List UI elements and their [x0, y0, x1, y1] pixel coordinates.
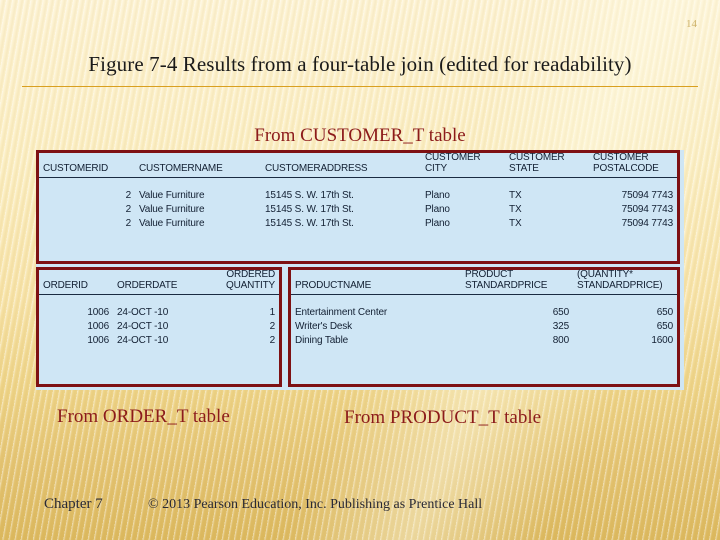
customer-header-customeraddress: CUSTOMERADDRESS	[261, 153, 421, 178]
cell-extendedprice: 650	[656, 321, 673, 333]
caption-product-table: From PRODUCT_T table	[344, 407, 542, 428]
cell-customerpostalcode: 75094 7743	[621, 190, 673, 202]
header-line2: POSTALCODE	[593, 162, 659, 174]
page-title: Figure 7-4 Results from a four-table joi…	[88, 52, 632, 76]
header-line2: CUSTOMERNAME	[139, 162, 223, 174]
slide-footer: Chapter 7 © 2013 Pearson Education, Inc.…	[0, 496, 720, 526]
cell-standardprice: 325	[552, 321, 569, 333]
cell-orderedquantity: 2	[269, 335, 276, 347]
cell-standardprice: 650	[552, 307, 569, 319]
cell-customername: Value Furniture	[139, 218, 205, 230]
table-row: 2 Value Furniture 15145 S. W. 17th St. P…	[39, 217, 677, 231]
cell-customercity: Plano	[425, 204, 450, 216]
header-line2: STANDARDPRICE	[465, 279, 548, 291]
cell-customeraddress: 15145 S. W. 17th St.	[265, 218, 354, 230]
customer-table: CUSTOMERID CUSTOMERNAME CUSTOMERADDRESS …	[39, 152, 677, 231]
customer-table-box: CUSTOMERID CUSTOMERNAME CUSTOMERADDRESS …	[36, 150, 680, 264]
order-table: ORDERID ORDERDATE ORDERED QUANTITY 1006 …	[39, 269, 279, 348]
header-line2: ORDERDATE	[117, 279, 178, 291]
cell-customerpostalcode: 75094 7743	[621, 204, 673, 216]
title-block: Figure 7-4 Results from a four-table joi…	[0, 52, 720, 77]
header-line2: QUANTITY	[226, 279, 275, 291]
table-row: 1006 24-OCT -10 2	[39, 334, 279, 348]
cell-customeraddress: 15145 S. W. 17th St.	[265, 190, 354, 202]
customer-header-customername: CUSTOMERNAME	[135, 153, 261, 178]
order-header-orderdate: ORDERDATE	[113, 270, 205, 295]
header-line2: CUSTOMERID	[43, 162, 109, 174]
cell-productname: Dining Table	[295, 335, 349, 347]
title-divider-rule	[22, 86, 698, 87]
cell-extendedprice: 650	[656, 307, 673, 319]
product-header-spacer	[291, 294, 677, 306]
cell-customername: Value Furniture	[139, 204, 205, 216]
cell-standardprice: 800	[552, 335, 569, 347]
cell-orderdate: 24-OCT -10	[117, 335, 169, 347]
table-row: Dining Table 800 1600	[291, 334, 677, 348]
header-line2: CUSTOMERADDRESS	[265, 162, 368, 174]
cell-orderdate: 24-OCT -10	[117, 307, 169, 319]
cell-customerid: 2	[125, 190, 132, 202]
cell-productname: Writer's Desk	[295, 321, 353, 333]
product-header-productname: PRODUCTNAME	[291, 270, 461, 295]
product-header-extendedprice: (QUANTITY* STANDARDPRICE)	[573, 269, 677, 295]
order-header-spacer	[39, 294, 279, 306]
cell-customercity: Plano	[425, 190, 450, 202]
caption-customer-table: From CUSTOMER_T table	[254, 125, 466, 146]
order-header-orderid: ORDERID	[39, 270, 113, 295]
product-table-box: PRODUCTNAME PRODUCT STANDARDPRICE (QUANT…	[288, 267, 680, 387]
cell-customername: Value Furniture	[139, 190, 205, 202]
table-row: 2 Value Furniture 15145 S. W. 17th St. P…	[39, 189, 677, 203]
customer-header-spacer	[39, 177, 677, 189]
header-line2: CITY	[425, 162, 447, 174]
product-header-standardprice: PRODUCT STANDARDPRICE	[461, 269, 573, 295]
cell-customerstate: TX	[509, 218, 522, 230]
cell-orderid: 1006	[87, 321, 109, 333]
caption-order-table: From ORDER_T table	[57, 406, 230, 427]
cell-customerstate: TX	[509, 204, 522, 216]
page-number: 14	[686, 18, 697, 30]
customer-header-customercity: CUSTOMER CITY	[421, 152, 505, 178]
header-line2: PRODUCTNAME	[295, 279, 372, 291]
footer-chapter: Chapter 7	[44, 496, 103, 512]
header-line2: STATE	[509, 162, 539, 174]
cell-customerid: 2	[125, 204, 132, 216]
table-row: 2 Value Furniture 15145 S. W. 17th St. P…	[39, 203, 677, 217]
customer-header-customerstate: CUSTOMER STATE	[505, 152, 589, 178]
cell-customerstate: TX	[509, 190, 522, 202]
footer-copyright: © 2013 Pearson Education, Inc. Publishin…	[148, 497, 483, 512]
order-table-box: ORDERID ORDERDATE ORDERED QUANTITY 1006 …	[36, 267, 282, 387]
product-table: PRODUCTNAME PRODUCT STANDARDPRICE (QUANT…	[291, 269, 677, 348]
slide-canvas: Figure 7-4 Results from a four-table joi…	[0, 0, 720, 540]
cell-customerid: 2	[125, 218, 132, 230]
cell-extendedprice: 1600	[651, 335, 673, 347]
cell-orderdate: 24-OCT -10	[117, 321, 169, 333]
figure-join-results: CUSTOMERID CUSTOMERNAME CUSTOMERADDRESS …	[36, 150, 684, 390]
cell-orderid: 1006	[87, 307, 109, 319]
cell-customerpostalcode: 75094 7743	[621, 218, 673, 230]
table-row: 1006 24-OCT -10 1	[39, 306, 279, 320]
cell-productname: Entertainment Center	[295, 307, 388, 319]
cell-orderedquantity: 2	[269, 321, 276, 333]
table-row: Entertainment Center 650 650	[291, 306, 677, 320]
table-row: 1006 24-OCT -10 2	[39, 320, 279, 334]
customer-header-customerid: CUSTOMERID	[39, 153, 135, 178]
header-line2: ORDERID	[43, 279, 88, 291]
order-header-orderedquantity: ORDERED QUANTITY	[205, 269, 279, 295]
cell-customeraddress: 15145 S. W. 17th St.	[265, 204, 354, 216]
customer-header-customerpostalcode: CUSTOMER POSTALCODE	[589, 152, 677, 178]
header-line2: STANDARDPRICE)	[577, 279, 663, 291]
cell-orderid: 1006	[87, 335, 109, 347]
cell-customercity: Plano	[425, 218, 450, 230]
cell-orderedquantity: 1	[269, 307, 276, 319]
table-row: Writer's Desk 325 650	[291, 320, 677, 334]
